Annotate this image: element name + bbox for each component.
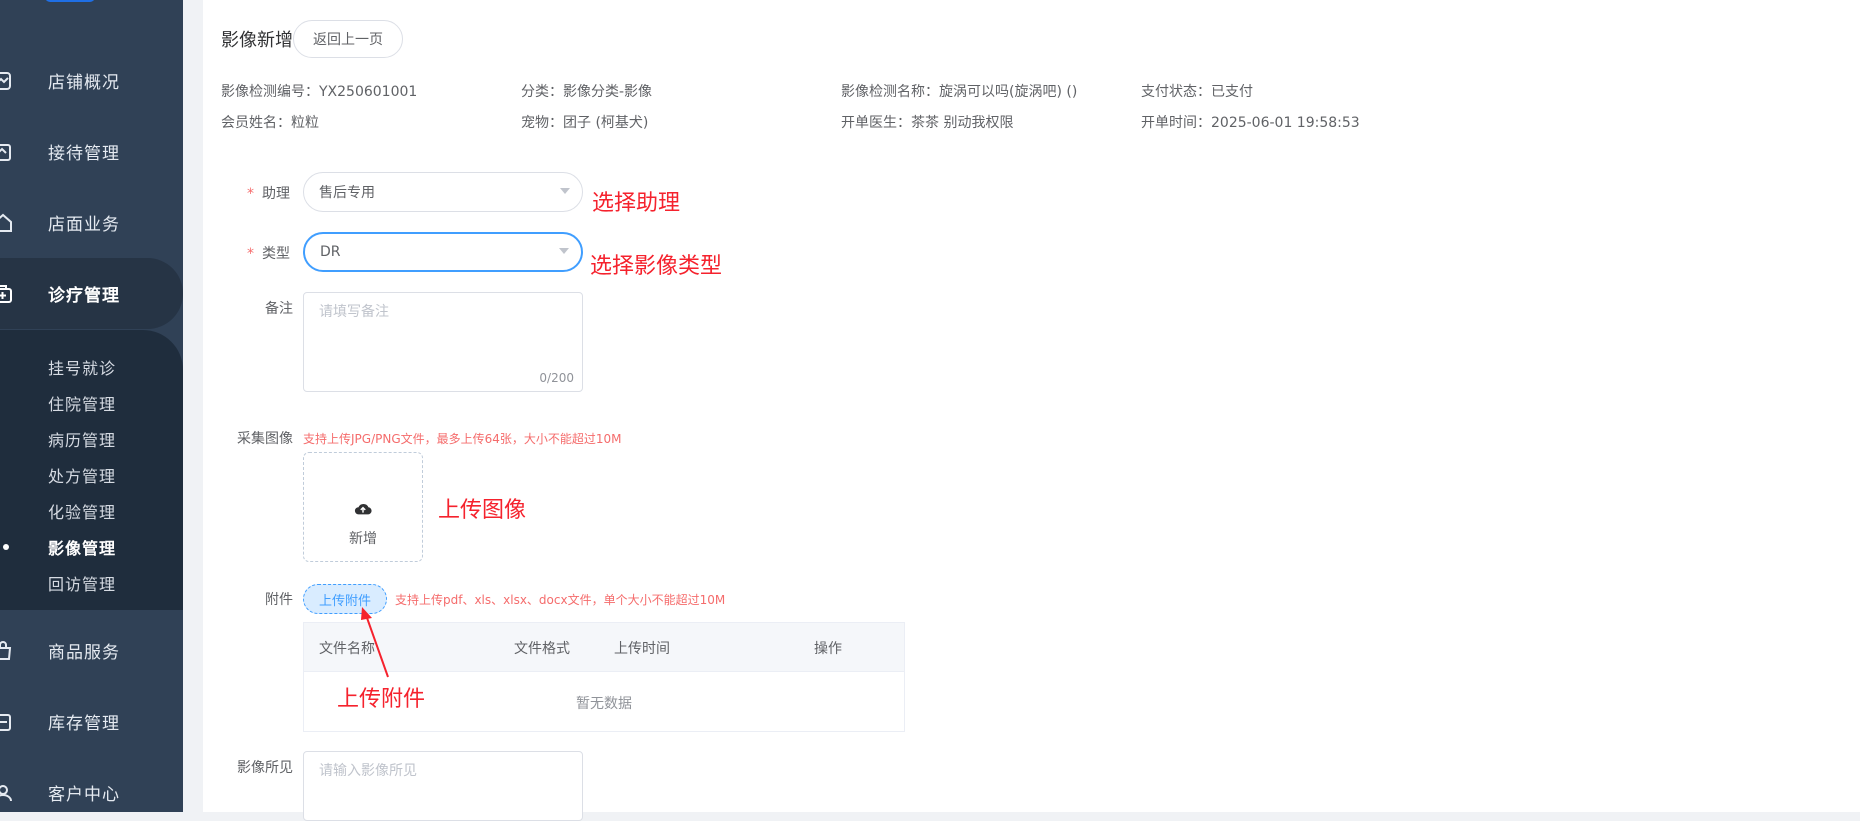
page-title: 影像新增 xyxy=(221,30,293,51)
info-test-name: 影像检测名称：旋涡可以吗(旋涡吧) () xyxy=(841,84,1078,100)
assistant-select-value: 售后专用 xyxy=(319,185,375,201)
images-hint: 支持上传JPG/PNG文件，最多上传64张，大小不能超过10M xyxy=(303,432,622,446)
info-member-name: 会员姓名：粒粒 xyxy=(221,115,319,131)
reception-icon xyxy=(0,143,11,161)
submenu-item-records[interactable]: 病历管理 xyxy=(48,427,116,451)
sidebar-item-label: 商品服务 xyxy=(48,643,120,663)
chevron-down-icon xyxy=(559,248,569,254)
sidebar-item-medical[interactable]: 诊疗管理 xyxy=(0,258,183,329)
annotation-assistant: 选择助理 xyxy=(592,191,681,216)
column-file-format: 文件格式 xyxy=(514,641,570,657)
images-label: 采集图像 xyxy=(237,431,293,447)
sidebar-item-label: 店面业务 xyxy=(48,215,120,235)
remark-char-count: 0/200 xyxy=(539,371,574,385)
remark-label: 备注 xyxy=(265,301,293,317)
user-icon xyxy=(0,784,12,801)
cloud-upload-icon xyxy=(354,503,372,515)
main-content: 影像新增 返回上一页 影像检测编号：YX250601001 分类：影像分类-影像… xyxy=(203,0,1860,821)
sidebar-item-label: 接待管理 xyxy=(48,144,120,164)
info-doctor: 开单医生：茶茶 别动我权限 xyxy=(841,115,1014,131)
store-icon xyxy=(0,71,11,90)
submenu-item-followup[interactable]: 回访管理 xyxy=(48,571,116,595)
sidebar-item-label: 库存管理 xyxy=(48,714,120,734)
assistant-select[interactable]: 售后专用 xyxy=(303,172,583,212)
sidebar-item-store-overview[interactable]: 店铺概况 xyxy=(0,45,183,116)
back-button[interactable]: 返回上一页 xyxy=(293,20,403,58)
image-upload-box[interactable]: 新增 xyxy=(303,452,423,562)
chevron-down-icon xyxy=(560,188,570,194)
annotation-attachment: 上传附件 xyxy=(337,687,426,712)
findings-placeholder: 请输入影像所见 xyxy=(319,763,417,779)
submenu-item-imaging[interactable]: 影像管理 xyxy=(48,535,116,559)
info-test-number: 影像检测编号：YX250601001 xyxy=(221,84,418,100)
annotation-type: 选择影像类型 xyxy=(590,254,723,279)
home-icon xyxy=(0,213,12,232)
bag-icon xyxy=(0,640,12,660)
findings-label: 影像所见 xyxy=(237,760,293,776)
info-order-time: 开单时间：2025-06-01 19:58:53 xyxy=(1141,115,1360,131)
annotation-arrow xyxy=(361,607,389,678)
sidebar-item-store-business[interactable]: 店面业务 xyxy=(0,187,183,258)
annotation-images: 上传图像 xyxy=(438,498,527,523)
sidebar-item-label: 客户中心 xyxy=(48,785,120,805)
assistant-label: * 助理 xyxy=(247,186,290,202)
sidebar-item-products[interactable]: 商品服务 xyxy=(0,615,183,686)
submenu-item-registration[interactable]: 挂号就诊 xyxy=(48,355,116,379)
remark-placeholder: 请填写备注 xyxy=(319,304,389,320)
type-select[interactable]: DR xyxy=(303,232,583,272)
info-category: 分类：影像分类-影像 xyxy=(521,84,653,100)
info-pet: 宠物：团子 (柯基犬) xyxy=(521,115,649,131)
sidebar-item-label: 店铺概况 xyxy=(48,73,120,93)
image-upload-label: 新增 xyxy=(349,531,377,547)
sidebar-top-badge xyxy=(45,0,95,2)
sidebar: 店铺概况 接待管理 店面业务 诊疗管理 挂号就诊 住院管理 病历管理 处方管理 … xyxy=(0,0,183,812)
attachment-hint: 支持上传pdf、xls、xlsx、docx文件，单个大小不能超过10M xyxy=(395,593,726,607)
submenu-item-prescription[interactable]: 处方管理 xyxy=(48,463,116,487)
remark-textarea[interactable]: 请填写备注 0/200 xyxy=(303,292,583,392)
column-actions: 操作 xyxy=(814,641,842,657)
sidebar-item-customers[interactable]: 客户中心 xyxy=(0,757,183,812)
inventory-icon xyxy=(0,713,11,731)
active-dot xyxy=(3,544,9,550)
findings-textarea[interactable]: 请输入影像所见 xyxy=(303,751,583,821)
column-upload-time: 上传时间 xyxy=(614,641,670,657)
sidebar-item-reception[interactable]: 接待管理 xyxy=(0,116,183,187)
type-label: * 类型 xyxy=(247,246,290,262)
medical-kit-icon xyxy=(0,284,12,303)
sidebar-item-inventory[interactable]: 库存管理 xyxy=(0,686,183,757)
submenu-item-inpatient[interactable]: 住院管理 xyxy=(48,391,116,415)
info-payment-status: 支付状态：已支付 xyxy=(1141,84,1253,100)
attachment-label: 附件 xyxy=(265,592,293,608)
sidebar-item-label: 诊疗管理 xyxy=(48,286,120,306)
submenu-item-lab[interactable]: 化验管理 xyxy=(48,499,116,523)
type-select-value: DR xyxy=(320,244,341,260)
